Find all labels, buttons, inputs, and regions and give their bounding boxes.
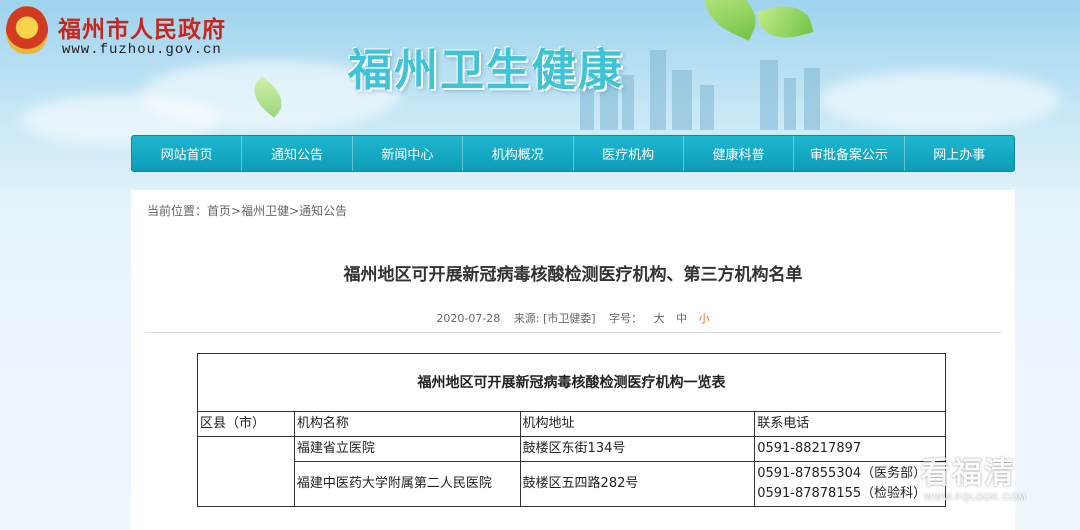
table-row: 福建中医药大学附属第二人民医院 鼓楼区五四路282号 0591-87855304…	[198, 461, 946, 507]
font-size-large-button[interactable]: 大	[654, 312, 665, 325]
national-emblem-icon	[6, 6, 48, 54]
nav-item-online-services[interactable]: 网上办事	[905, 136, 1014, 171]
watermark-url: WWW.FQLOOK.COM	[924, 492, 1027, 502]
nav-item-notices[interactable]: 通知公告	[242, 136, 353, 171]
column-header-phone: 联系电话	[754, 411, 946, 437]
article-source: 来源: [市卫健委]	[513, 312, 596, 325]
table-caption-row: 福州地区可开展新冠病毒核酸检测医疗机构一览表	[197, 353, 946, 412]
article-container: 当前位置：首页>福州卫健>通知公告 福州地区可开展新冠病毒核酸检测医疗机构、第三…	[131, 190, 1015, 530]
table-cell-address: 鼓楼区五四路282号	[519, 461, 756, 507]
site-header: 福州市人民政府 www.fuzhou.gov.cn 福州卫生健康	[0, 0, 1080, 135]
font-size-small-button[interactable]: 小	[699, 312, 710, 325]
breadcrumb-prefix: 当前位置：	[147, 204, 208, 218]
column-header-address: 机构地址	[519, 411, 756, 437]
column-header-name: 机构名称	[293, 411, 521, 437]
column-header-district: 区县（市）	[197, 411, 295, 437]
watermark: 看福清 WWW.FQLOOK.COM	[920, 448, 1070, 518]
breadcrumb-fuzhou-health[interactable]: 福州卫健	[241, 204, 289, 218]
phone-line: 0591-87878155（检验科）	[757, 486, 927, 501]
article-title: 福州地区可开展新冠病毒核酸检测医疗机构、第三方机构名单	[343, 265, 803, 285]
publish-date: 2020-07-28	[436, 312, 501, 325]
nav-item-approvals[interactable]: 审批备案公示	[794, 136, 905, 171]
article-meta: 2020-07-28 来源: [市卫健委] 字号： 大 中 小	[131, 310, 1015, 326]
watermark-text: 看福清	[920, 456, 1016, 491]
table-cell-district	[197, 436, 295, 507]
main-nav: 网站首页 通知公告 新闻中心 机构概况 医疗机构 健康科普 审批备案公示 网上办…	[131, 135, 1015, 172]
breadcrumb-separator: >	[231, 204, 242, 218]
breadcrumb: 当前位置：首页>福州卫健>通知公告	[147, 202, 347, 219]
phone-line: 0591-87855304（医务部）	[757, 466, 927, 481]
site-logo-title[interactable]: 福州卫生健康	[348, 34, 624, 98]
table-caption: 福州地区可开展新冠病毒核酸检测医疗机构一览表	[197, 353, 946, 412]
breadcrumb-home[interactable]: 首页	[207, 204, 231, 218]
breadcrumb-separator: >	[289, 204, 300, 218]
breadcrumb-notices[interactable]: 通知公告	[299, 204, 347, 218]
gov-site-title[interactable]: 福州市人民政府	[58, 10, 226, 44]
table-row: 福建省立医院 鼓楼区东街134号 0591-88217897	[197, 436, 946, 507]
nav-item-news[interactable]: 新闻中心	[353, 136, 464, 171]
table-cell-name: 福建中医药大学附属第二人民医院	[293, 461, 521, 507]
table-header-row: 区县（市） 机构名称 机构地址 联系电话	[197, 411, 946, 437]
nav-item-health-education[interactable]: 健康科普	[684, 136, 795, 171]
title-divider	[145, 332, 1001, 333]
table-cell-name: 福建省立医院	[293, 436, 521, 462]
gov-site-url: www.fuzhou.gov.cn	[62, 42, 222, 58]
nav-item-home[interactable]: 网站首页	[132, 136, 243, 171]
table-cell-phone: 0591-88217897	[754, 436, 946, 462]
font-size-medium-button[interactable]: 中	[676, 312, 687, 325]
nav-item-medical-institutions[interactable]: 医疗机构	[574, 136, 684, 171]
nav-item-about[interactable]: 机构概况	[463, 136, 574, 171]
institution-table: 福州地区可开展新冠病毒核酸检测医疗机构一览表 区县（市） 机构名称 机构地址 联…	[197, 353, 946, 507]
font-size-label: 字号：	[609, 312, 643, 325]
table-cell-address: 鼓楼区东街134号	[519, 436, 756, 462]
table-cell-phone: 0591-87855304（医务部） 0591-87878155（检验科）	[754, 461, 946, 507]
